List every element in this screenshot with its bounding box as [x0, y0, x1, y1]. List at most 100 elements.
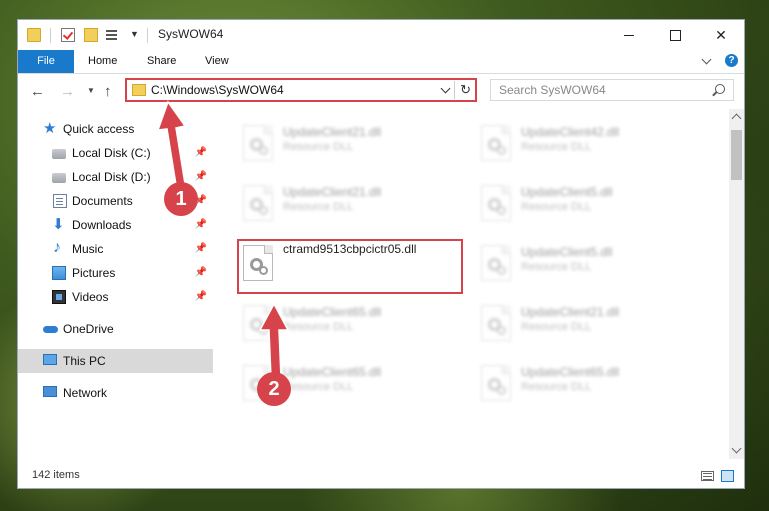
sidebar-item-pictures[interactable]: Pictures 📌 — [18, 261, 213, 285]
file-type: Resource DLL — [521, 201, 592, 213]
separator — [50, 28, 51, 43]
vertical-scrollbar[interactable] — [729, 109, 744, 459]
sidebar-item-label: Downloads — [72, 218, 132, 232]
maximize-button[interactable] — [652, 20, 698, 50]
ribbon-tabs: File Home Share View ? — [18, 50, 744, 74]
tab-view[interactable]: View — [205, 50, 229, 73]
sidebar-item-network[interactable]: Network — [18, 381, 213, 405]
scroll-thumb[interactable] — [731, 130, 742, 180]
pin-icon[interactable]: 📌 — [195, 267, 207, 278]
file-name: UpdateClient42.dll — [521, 125, 620, 139]
file-type: Resource DLL — [283, 201, 354, 213]
sidebar-item-music[interactable]: Music 📌 — [18, 237, 213, 261]
close-button[interactable]: ✕ — [698, 20, 744, 50]
pin-icon[interactable]: 📌 — [195, 291, 207, 302]
sidebar-item-onedrive[interactable]: OneDrive — [18, 317, 213, 341]
help-icon[interactable]: ? — [725, 54, 738, 67]
up-arrow-icon[interactable]: ↑ — [104, 83, 112, 100]
minimize-button[interactable] — [606, 20, 652, 50]
file-type: Resource DLL — [283, 321, 354, 333]
file-explorer-window: ▼ SysWOW64 ✕ File Home Share View ? ← → … — [17, 19, 745, 489]
new-folder-icon[interactable] — [84, 28, 98, 42]
view-properties-icon[interactable] — [104, 28, 120, 42]
sidebar-item-this-pc[interactable]: This PC — [18, 349, 213, 373]
tab-file[interactable]: File — [18, 50, 74, 73]
pin-icon[interactable]: 📌 — [195, 171, 207, 182]
search-placeholder: Search SysWOW64 — [499, 83, 606, 97]
dll-file-icon — [481, 365, 511, 401]
network-icon — [43, 386, 57, 397]
file-item[interactable]: UpdateClient65.dll Resource DLL — [475, 359, 695, 409]
folder-icon — [132, 84, 146, 96]
annotation-step-1: 1 — [164, 182, 198, 216]
address-bar[interactable]: C:\Windows\SysWOW64 ↻ — [125, 78, 477, 102]
recent-locations-icon[interactable]: ▼ — [87, 86, 95, 95]
file-item[interactable]: UpdateClient21.dll Resource DLL — [237, 119, 457, 169]
item-count: 142 items — [32, 469, 80, 481]
sidebar-item-videos[interactable]: Videos 📌 — [18, 285, 213, 309]
computer-icon — [43, 354, 57, 365]
dll-file-icon — [243, 305, 273, 341]
navigation-bar: ← → ▼ ↑ C:\Windows\SysWOW64 ↻ Search Sys… — [18, 74, 744, 109]
address-path[interactable]: C:\Windows\SysWOW64 — [151, 83, 284, 97]
sidebar-item-label: Videos — [72, 290, 109, 304]
sidebar-item-label: Quick access — [63, 122, 135, 136]
sidebar-item-downloads[interactable]: Downloads 📌 — [18, 213, 213, 237]
large-icons-view-icon[interactable] — [721, 470, 734, 482]
sidebar-item-local-disk-c[interactable]: Local Disk (C:) 📌 — [18, 141, 213, 165]
highlight-box — [237, 239, 463, 294]
scroll-down-icon[interactable] — [731, 443, 742, 454]
expand-ribbon-icon[interactable] — [701, 54, 712, 65]
music-icon — [52, 239, 66, 257]
disk-icon — [52, 173, 66, 183]
refresh-icon[interactable]: ↻ — [460, 82, 471, 98]
dll-file-icon — [243, 185, 273, 221]
forward-arrow-icon[interactable]: → — [60, 83, 75, 100]
sidebar-item-label: Local Disk (C:) — [72, 146, 151, 160]
file-name: UpdateClient5.dll — [521, 245, 613, 259]
file-name: UpdateClient21.dll — [283, 185, 382, 199]
customize-toolbar-icon[interactable]: ▼ — [130, 29, 139, 39]
pin-icon[interactable]: 📌 — [195, 147, 207, 158]
address-dropdown-icon[interactable] — [440, 83, 451, 94]
tab-share[interactable]: Share — [147, 50, 176, 73]
tab-home[interactable]: Home — [88, 50, 117, 73]
file-name: UpdateClient21.dll — [283, 125, 382, 139]
properties-check-icon[interactable] — [61, 28, 75, 42]
sidebar-item-label: Music — [72, 242, 104, 256]
details-view-icon[interactable] — [701, 471, 714, 481]
sidebar-item-label: Local Disk (D:) — [72, 170, 151, 184]
dll-file-icon — [481, 305, 511, 341]
file-item[interactable]: UpdateClient42.dll Resource DLL — [475, 119, 695, 169]
sidebar-item-label: Network — [63, 386, 108, 400]
file-name: UpdateClient65.dll — [283, 305, 382, 319]
file-type: Resource DLL — [283, 141, 354, 153]
file-item[interactable]: UpdateClient5.dll Resource DLL — [475, 239, 695, 289]
pin-icon[interactable]: 📌 — [195, 243, 207, 254]
folder-icon — [27, 28, 41, 42]
file-name: UpdateClient65.dll — [521, 365, 620, 379]
videos-icon — [52, 290, 66, 304]
file-item[interactable]: UpdateClient5.dll Resource DLL — [475, 179, 695, 229]
sidebar-item-quick-access[interactable]: Quick access — [18, 117, 213, 141]
sidebar-item-label: This PC — [63, 354, 106, 368]
file-item[interactable]: UpdateClient21.dll Resource DLL — [237, 179, 457, 229]
cloud-icon — [43, 322, 58, 336]
file-name: UpdateClient21.dll — [521, 305, 620, 319]
sidebar-item-label: Documents — [72, 194, 133, 208]
file-item[interactable]: UpdateClient21.dll Resource DLL — [475, 299, 695, 349]
sidebar-item-label: Pictures — [72, 266, 116, 280]
file-name: UpdateClient5.dll — [521, 185, 613, 199]
search-icon[interactable] — [715, 84, 725, 94]
back-arrow-icon[interactable]: ← — [30, 83, 45, 100]
file-type: Resource DLL — [521, 261, 592, 273]
star-icon — [43, 119, 58, 137]
search-input[interactable]: Search SysWOW64 — [490, 79, 734, 101]
title-bar: ▼ SysWOW64 ✕ — [18, 20, 744, 50]
pin-icon[interactable]: 📌 — [195, 219, 207, 230]
navigation-pane: Quick access Local Disk (C:) 📌 Local Dis… — [18, 109, 213, 459]
file-item[interactable]: UpdateClient65.dll Resource DLL — [237, 299, 457, 349]
file-list: UpdateClient21.dll Resource DLL UpdateCl… — [215, 109, 729, 459]
status-bar: 142 items — [18, 463, 744, 488]
scroll-up-icon[interactable] — [731, 113, 742, 124]
